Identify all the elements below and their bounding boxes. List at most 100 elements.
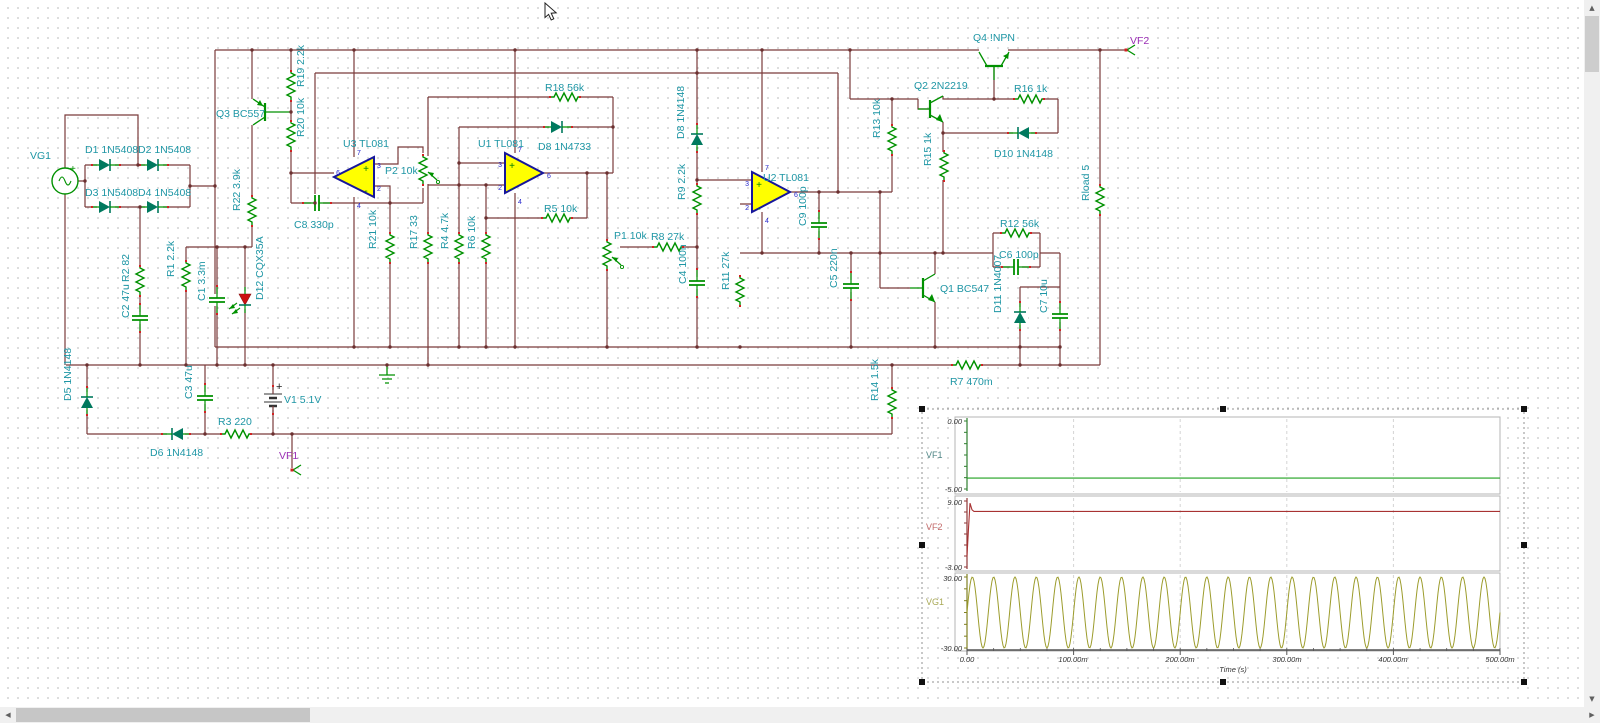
capacitor-c5[interactable] xyxy=(842,271,860,301)
resistor-r22[interactable] xyxy=(245,195,259,227)
label-v1plus[interactable]: + xyxy=(276,381,282,393)
label-r2[interactable]: R2 82 xyxy=(120,254,132,282)
capacitor-c9[interactable] xyxy=(810,210,828,240)
diode-d1[interactable] xyxy=(91,157,121,173)
label-vf2[interactable]: VF2 xyxy=(1130,35,1149,47)
scroll-up-button[interactable]: ▲ xyxy=(1584,0,1600,16)
scroll-right-button[interactable]: ▶ xyxy=(1584,707,1600,723)
label-d10[interactable]: D10 1N4148 xyxy=(994,148,1053,160)
diode-d5[interactable] xyxy=(79,386,95,416)
label-u3p3[interactable]: 3 xyxy=(377,163,381,170)
potentiometer-p1[interactable] xyxy=(600,239,624,271)
horizontal-scrollbar[interactable]: ◀ ▶ xyxy=(0,707,1600,723)
label-r6[interactable]: R6 10k xyxy=(466,215,478,249)
label-r13[interactable]: R13 10k xyxy=(871,98,883,138)
diode-d2[interactable] xyxy=(139,157,169,173)
label-u2p4[interactable]: 4 xyxy=(765,218,769,225)
resistor-r17[interactable] xyxy=(421,232,435,264)
label-r16[interactable]: R16 1k xyxy=(1014,83,1048,95)
label-d1[interactable]: D1 1N5408 xyxy=(85,144,138,156)
capacitor-c1[interactable] xyxy=(208,285,226,315)
label-r9[interactable]: R9 2.2k xyxy=(676,163,688,200)
resistor-r11[interactable] xyxy=(733,275,747,307)
diode-d11[interactable] xyxy=(1012,301,1028,331)
diode-d8-1n4148[interactable] xyxy=(689,123,705,153)
label-r7[interactable]: R7 470m xyxy=(950,376,993,388)
label-d6[interactable]: D6 1N4148 xyxy=(150,447,203,459)
label-d11[interactable]: D11 1N4007 xyxy=(992,255,1004,313)
opamp-u3[interactable] xyxy=(334,157,374,197)
ground-icon[interactable] xyxy=(379,366,395,383)
label-c4[interactable]: C4 100n xyxy=(677,244,689,284)
capacitor-c4[interactable] xyxy=(688,268,706,298)
label-u3p4[interactable]: 4 xyxy=(357,203,361,210)
label-p2[interactable]: P2 10k xyxy=(385,165,418,177)
label-r20[interactable]: R20 10k xyxy=(295,97,307,137)
label-u1p4[interactable]: 4 xyxy=(518,199,522,206)
resistor-r9[interactable] xyxy=(690,183,704,215)
resistor-rload[interactable] xyxy=(1093,184,1107,216)
label-d4[interactable]: D4 1N5408 xyxy=(138,187,191,199)
label-d3[interactable]: D3 1N5408 xyxy=(85,187,138,199)
label-c9[interactable]: C9 100p xyxy=(797,186,809,226)
label-r8[interactable]: R8 27k xyxy=(651,231,685,243)
label-r11[interactable]: R11 27k xyxy=(720,251,732,290)
label-r4[interactable]: R4 4.7k xyxy=(439,212,451,249)
pane-vf1[interactable] xyxy=(955,417,1500,494)
label-r18[interactable]: R18 56k xyxy=(545,82,585,94)
label-v1[interactable]: V1 5.1V xyxy=(284,394,321,406)
resistor-r15[interactable] xyxy=(937,150,951,182)
label-u1plus[interactable]: + xyxy=(509,161,515,172)
label-d8[interactable]: D8 1N4148 xyxy=(675,86,687,139)
label-p1[interactable]: P1 10k xyxy=(614,230,647,242)
capacitor-c7[interactable] xyxy=(1051,301,1069,331)
label-u1p2[interactable]: 2 xyxy=(498,185,502,192)
label-u3p7[interactable]: 7 xyxy=(357,150,361,157)
label-d2[interactable]: D2 1N5408 xyxy=(138,144,191,156)
resistor-r6[interactable] xyxy=(479,232,493,264)
label-r19[interactable]: R19 2.2k xyxy=(295,44,307,87)
label-u2[interactable]: U2 TL081 xyxy=(763,172,809,184)
label-c3[interactable]: C3 47u xyxy=(183,365,195,399)
diode-d6[interactable] xyxy=(161,426,191,442)
label-u2minus[interactable]: - xyxy=(757,204,760,215)
diode-d10[interactable] xyxy=(1007,125,1037,141)
label-u3p6[interactable]: 6 xyxy=(336,170,340,177)
label-r1[interactable]: R1 2.2k xyxy=(165,240,177,277)
label-u1p6[interactable]: 6 xyxy=(547,173,551,180)
label-u2p3[interactable]: 3 xyxy=(745,181,749,188)
label-r3[interactable]: R3 220 xyxy=(218,416,252,428)
resistor-r13[interactable] xyxy=(885,124,899,156)
capacitor-c3[interactable] xyxy=(196,383,214,413)
label-u3minus[interactable]: - xyxy=(364,186,367,197)
capacitor-c2[interactable] xyxy=(131,303,149,333)
diode-d4[interactable] xyxy=(139,199,169,215)
label-c1[interactable]: C1 3.3m xyxy=(196,261,208,301)
label-r22[interactable]: R22 3.9k xyxy=(231,168,243,211)
label-d12[interactable]: D12 CQX35A xyxy=(254,236,266,300)
label-q4[interactable]: Q4 !NPN xyxy=(973,32,1015,44)
label-u3p2[interactable]: 2 xyxy=(377,186,381,193)
scroll-down-button[interactable]: ▼ xyxy=(1584,691,1600,707)
schematic-canvas[interactable]: VG1+D1 1N5408D2 1N5408D3 1N5408D4 1N5408… xyxy=(0,0,1584,707)
label-u2p7[interactable]: 7 xyxy=(765,165,769,172)
label-q1[interactable]: Q1 BC547 xyxy=(940,283,989,295)
potentiometer-p2[interactable] xyxy=(416,154,440,186)
diode-d3[interactable] xyxy=(91,199,121,215)
diode-d8-zener[interactable] xyxy=(543,119,573,135)
label-d5[interactable]: D5 1N4148 xyxy=(62,348,74,401)
resistor-r21[interactable] xyxy=(383,232,397,264)
label-d8z[interactable]: D8 1N4733 xyxy=(538,141,591,153)
label-r5[interactable]: R5 10k xyxy=(544,203,578,215)
label-c6[interactable]: C6 100p xyxy=(999,249,1039,261)
label-c8[interactable]: C8 330p xyxy=(294,219,334,231)
label-u2p6[interactable]: 6 xyxy=(794,192,798,199)
label-vf1[interactable]: VF1 xyxy=(279,450,298,462)
resistor-r7[interactable] xyxy=(951,358,983,372)
label-u1minus[interactable]: - xyxy=(510,184,513,195)
capacitor-c8[interactable] xyxy=(302,194,332,212)
pane-vf2[interactable] xyxy=(955,496,1500,571)
resistor-r2[interactable] xyxy=(133,265,147,297)
label-u1p7[interactable]: 7 xyxy=(518,147,522,154)
resistor-r14[interactable] xyxy=(885,387,899,419)
